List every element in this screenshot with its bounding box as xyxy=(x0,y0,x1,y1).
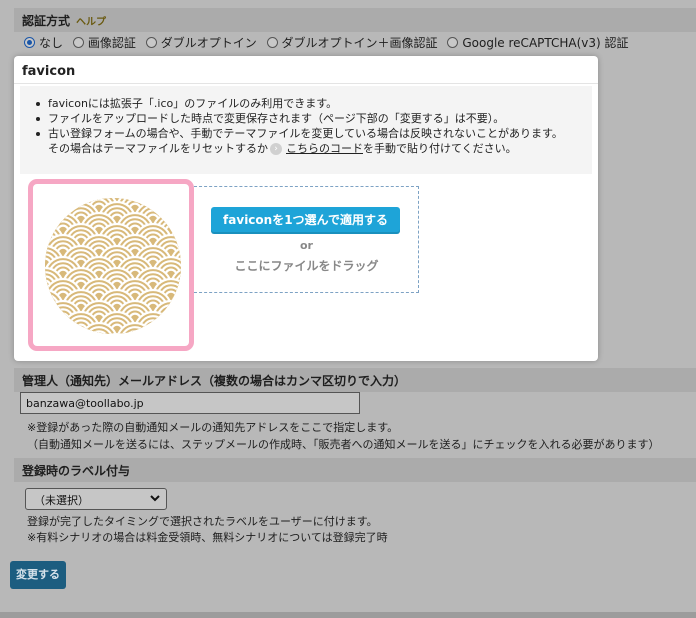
wave-ring xyxy=(169,198,181,218)
bottom-strip xyxy=(0,612,696,618)
wave-ring xyxy=(178,198,181,209)
favicon-preview xyxy=(28,179,194,351)
code-link[interactable]: こちらのコード xyxy=(286,142,363,155)
wave-disc xyxy=(45,312,63,334)
file-drop-zone[interactable]: faviconを1つ選んで適用する or ここにファイルをドラッグ xyxy=(194,186,419,293)
wave-ring xyxy=(178,319,181,334)
wave-ring xyxy=(74,323,88,334)
wave-ring xyxy=(45,315,60,334)
wave-ring xyxy=(142,198,164,209)
wave-ring xyxy=(160,198,181,220)
wave-ring xyxy=(45,301,52,315)
wave-ring xyxy=(178,297,181,319)
wave-ring xyxy=(45,310,65,334)
wave-ring xyxy=(146,198,160,205)
email-section-title: 管理人（通知先）メールアドレス（複数の場合はカンマ区切りで入力） xyxy=(22,374,407,388)
wave-disc xyxy=(171,202,181,238)
wave-ring xyxy=(45,323,52,334)
label-select-value: （未選択） xyxy=(34,494,89,507)
wave-ring xyxy=(48,326,78,334)
label-section-header: 登録時のラベル付与 xyxy=(14,458,696,482)
info-item: ファイルをアップロードした時点で変更保存されます（ページ下部の「変更する」は不要… xyxy=(34,111,563,126)
wave-ring xyxy=(178,209,181,231)
wave-ring xyxy=(178,231,181,253)
chevron-right-icon: › xyxy=(270,143,282,155)
wave-ring xyxy=(45,209,56,231)
wave-ring xyxy=(156,326,181,334)
auth-option-none[interactable]: なし xyxy=(24,34,63,51)
auth-section-header: 認証方式 ヘルプ xyxy=(14,8,696,32)
wave-ring xyxy=(56,202,70,216)
wave-disc xyxy=(45,323,81,334)
wave-ring xyxy=(174,198,181,213)
drag-hint: ここにファイルをドラッグ xyxy=(234,259,379,273)
wave-disc xyxy=(153,323,181,334)
auth-section-title: 認証方式 xyxy=(22,14,71,28)
radio-icon[interactable] xyxy=(145,37,157,48)
choose-favicon-button[interactable]: faviconを1つ選んで適用する xyxy=(211,207,400,234)
wave-ring xyxy=(52,308,74,330)
email-section-header: 管理人（通知先）メールアドレス（複数の場合はカンマ区切りで入力） xyxy=(14,368,696,392)
wave-ring xyxy=(52,330,74,334)
auth-radio-group: なし 画像認証 ダブルオプトイン ダブルオプトイン＋画像認証 Google re… xyxy=(24,34,635,51)
email-note: ※登録があった際の自動通知メールの通知先アドレスをここで指定します。 xyxy=(27,421,399,434)
auth-option-double-optin[interactable]: ダブルオプトイン xyxy=(145,34,257,51)
radio-icon[interactable] xyxy=(72,37,84,48)
favicon-modal: favicon faviconには拡張子「.ico」のファイルのみ利用できます。… xyxy=(14,56,598,361)
wave-ring xyxy=(174,293,181,323)
wave-ring xyxy=(156,304,181,334)
wave-ring xyxy=(164,202,178,216)
wave-ring xyxy=(169,200,181,240)
info-list: faviconには拡張子「.ico」のファイルのみ利用できます。 ファイルをアッ… xyxy=(34,96,563,156)
wave-ring xyxy=(160,330,181,334)
chevron-down-icon xyxy=(150,495,160,502)
wave-ring xyxy=(74,198,88,205)
info-item-continued: その場合はテーマファイルをリセットするか › こちらのコードを手動で貼り付けてくださ… xyxy=(48,142,517,155)
wave-ring xyxy=(45,319,56,334)
label-select[interactable]: （未選択） xyxy=(25,488,167,510)
help-link[interactable]: ヘルプ xyxy=(76,17,106,28)
radio-icon[interactable] xyxy=(24,37,35,48)
wave-ring xyxy=(169,310,181,334)
info-item: faviconには拡張子「.ico」のファイルのみ利用できます。 xyxy=(34,96,563,111)
wave-ring xyxy=(45,198,60,213)
wave-ring xyxy=(174,315,181,334)
wave-ring xyxy=(142,319,164,334)
wave-ring xyxy=(45,297,56,319)
email-input[interactable] xyxy=(20,392,360,414)
wave-ring xyxy=(45,213,52,227)
email-note-detail: （自動通知メールを送るには、ステップメールの作成時、「販売者への通知メールを送る… xyxy=(27,438,660,451)
auth-option-recaptcha[interactable]: Google reCAPTCHA(v3) 認証 xyxy=(447,34,629,51)
modal-title: favicon xyxy=(22,64,76,79)
radio-icon[interactable] xyxy=(447,37,459,48)
wave-ring xyxy=(56,312,70,326)
info-box: faviconには拡張子「.ico」のファイルのみ利用できます。 ファイルをアッ… xyxy=(20,86,592,174)
wave-ring xyxy=(160,308,181,330)
wave-ring xyxy=(174,205,181,235)
wave-ring xyxy=(151,321,181,334)
wave-disc xyxy=(171,312,181,334)
or-text: or xyxy=(300,239,313,252)
wave-ring xyxy=(146,323,160,334)
wave-ring xyxy=(164,312,178,326)
auth-option-double-optin-image[interactable]: ダブルオプトイン＋画像認証 xyxy=(266,34,438,51)
radio-icon[interactable] xyxy=(266,37,278,48)
submit-button[interactable]: 変更する xyxy=(10,561,66,589)
modal-divider xyxy=(14,83,598,84)
wave-ring xyxy=(45,321,83,334)
info-item: 古い登録フォームの場合や、手動でテーマファイルを変更している場合は反映されないこ… xyxy=(34,126,563,141)
label-note-paid: ※有料シナリオの場合は料金受領時、無料シナリオについては登録完了時 xyxy=(27,531,388,544)
wave-ring xyxy=(45,198,52,205)
seigaiha-wave-icon xyxy=(45,198,181,334)
wave-disc xyxy=(45,198,63,216)
wave-disc xyxy=(171,198,181,216)
label-section-title: 登録時のラベル付与 xyxy=(22,464,131,478)
wave-ring xyxy=(45,198,65,218)
auth-option-image[interactable]: 画像認証 xyxy=(72,34,136,51)
wave-ring xyxy=(45,198,56,209)
label-note: 登録が完了したタイミングで選択されたラベルをユーザーに付けます。 xyxy=(27,515,378,528)
